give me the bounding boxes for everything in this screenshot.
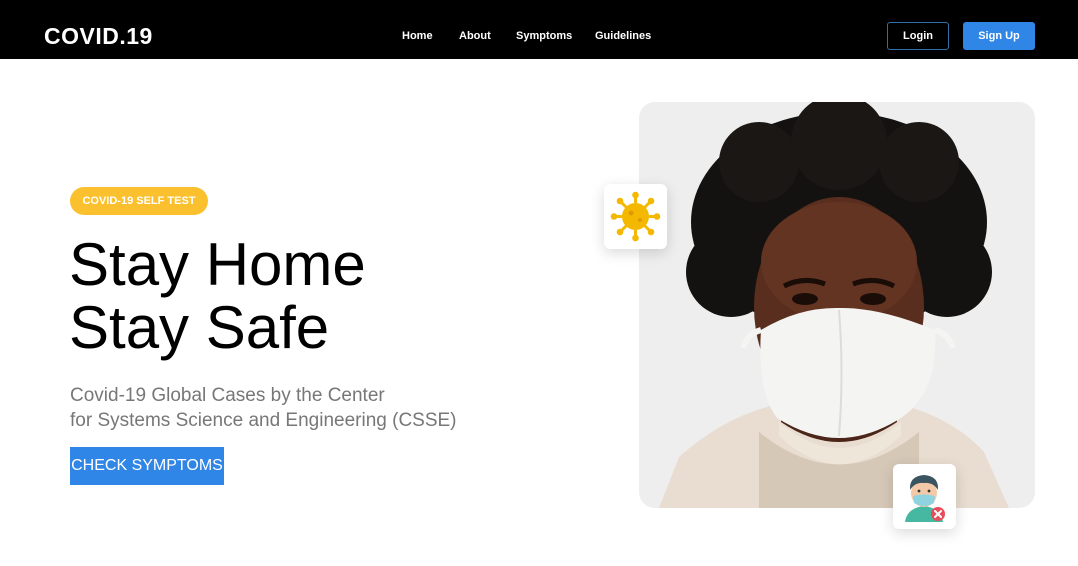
masked-person-card <box>893 464 956 529</box>
site-logo[interactable]: COVID.19 <box>44 22 153 50</box>
virus-icon <box>610 191 661 242</box>
nav-symptoms[interactable]: Symptoms <box>516 30 572 42</box>
headline-line-2: Stay Safe <box>69 294 330 361</box>
signup-button[interactable]: Sign Up <box>963 22 1035 50</box>
nav-home[interactable]: Home <box>402 30 433 42</box>
subtitle-line-1: Covid-19 Global Cases by the Center <box>70 385 385 406</box>
masked-person-photo <box>659 102 1009 508</box>
login-button[interactable]: Login <box>887 22 949 50</box>
self-test-badge: COVID-19 SELF TEST <box>70 187 208 215</box>
headline-line-1: Stay Home <box>69 231 366 298</box>
subtitle-line-2: for Systems Science and Engineering (CSS… <box>70 410 457 431</box>
nav-guidelines[interactable]: Guidelines <box>595 30 651 42</box>
hero-headline: Stay Home Stay Safe <box>69 233 366 359</box>
masked-person-icon <box>905 475 945 522</box>
nav-about[interactable]: About <box>459 30 491 42</box>
virus-card <box>604 184 667 249</box>
hero-subtitle: Covid-19 Global Cases by the Center for … <box>70 383 490 433</box>
check-symptoms-button[interactable]: CHECK SYMPTOMS <box>70 447 224 485</box>
top-navbar: COVID.19 Home About Symptoms Guidelines … <box>0 0 1078 59</box>
hero-photo <box>639 102 1035 508</box>
